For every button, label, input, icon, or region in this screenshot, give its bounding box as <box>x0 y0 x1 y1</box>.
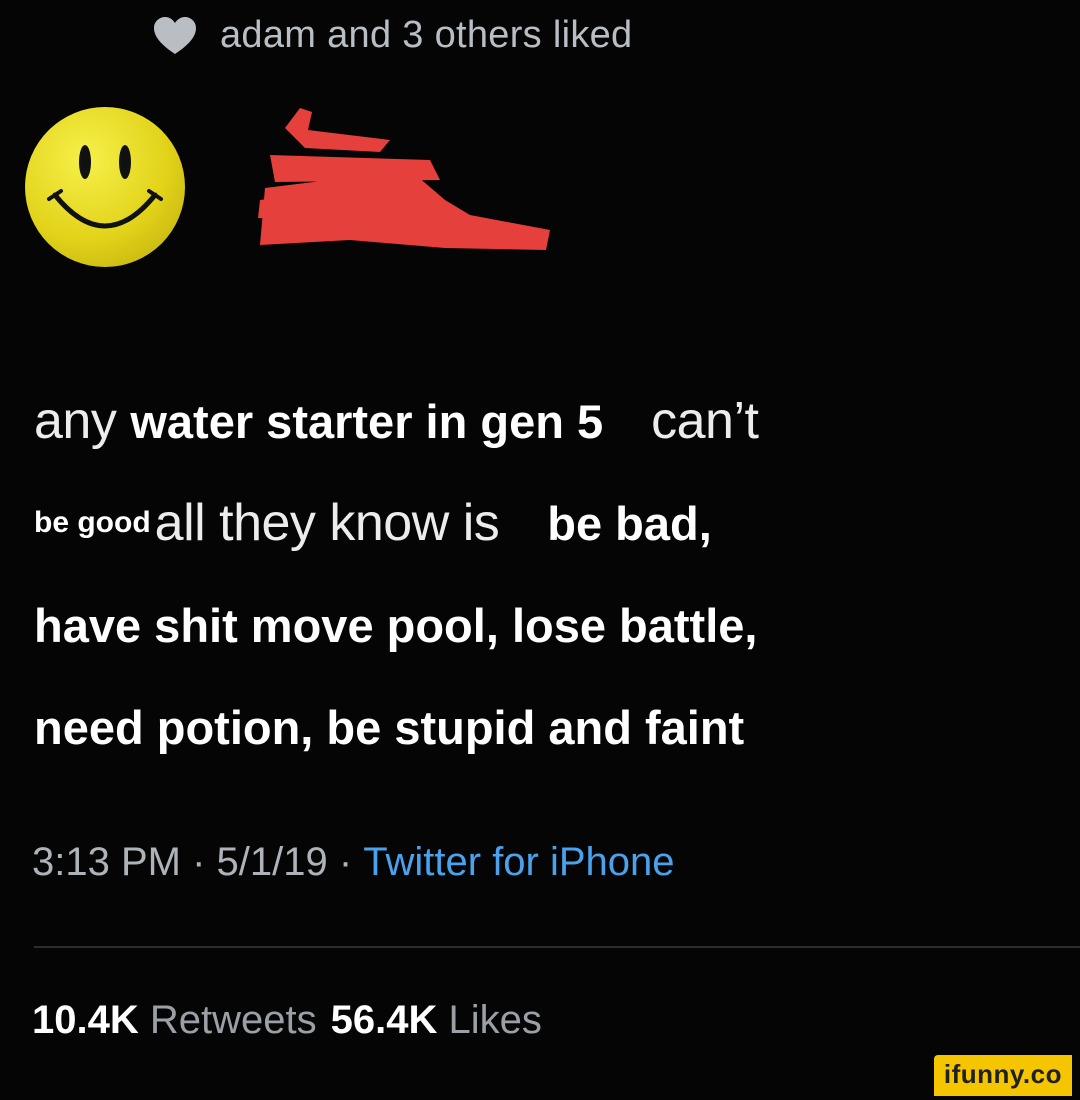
tweet-word: be good <box>34 506 151 539</box>
meta-separator: · <box>180 840 217 884</box>
tweet-time: 3:13 PM <box>32 840 181 884</box>
tweet-line-2: be good all they know is be bad, <box>34 472 1064 574</box>
tweet-stats: 10.4K Retweets 56.4K Likes <box>32 998 542 1043</box>
tweet-word: all they know is <box>154 494 500 552</box>
redaction-scribble <box>258 108 550 250</box>
meta-separator: · <box>327 840 364 884</box>
tweet-word: water starter in gen 5 <box>130 394 604 448</box>
likes-label: Likes <box>448 998 542 1042</box>
tweet-word: be bad, <box>547 496 712 550</box>
tweet-word: can’t <box>651 392 759 450</box>
tweet-line-3: have shit move pool, lose battle, <box>34 574 1064 676</box>
tweet-word: have shit move pool, lose battle, <box>34 598 758 652</box>
tweet-date: 5/1/19 <box>216 840 328 884</box>
heart-icon <box>154 16 196 54</box>
ifunny-watermark: ifunny.co <box>933 1055 1072 1096</box>
tweet-source-link[interactable]: Twitter for iPhone <box>363 840 674 885</box>
likes-count: 56.4K <box>330 998 438 1042</box>
liked-by-text: adam and 3 others liked <box>220 14 633 56</box>
tweet-line-4: need potion, be stupid and faint <box>34 676 1064 778</box>
likes-stat[interactable]: 56.4K Likes <box>331 998 542 1043</box>
tweet-word: need potion, be stupid and faint <box>34 700 745 754</box>
avatar[interactable] <box>25 107 185 267</box>
liked-by-bar[interactable]: adam and 3 others liked <box>152 14 633 57</box>
tweet-line-1: any water starter in gen 5 can’t <box>34 370 1064 472</box>
tweet-word: any <box>34 392 117 450</box>
retweets-label: Retweets <box>149 998 317 1042</box>
retweets-stat[interactable]: 10.4K Retweets <box>32 998 317 1043</box>
tweet-text: any water starter in gen 5 can’t be good… <box>34 370 1064 778</box>
retweets-count: 10.4K <box>32 998 139 1042</box>
divider <box>34 946 1080 948</box>
tweet-meta: 3:13 PM · 5/1/19 · Twitter for iPhone <box>32 840 675 885</box>
smiley-face-icon <box>47 145 163 229</box>
